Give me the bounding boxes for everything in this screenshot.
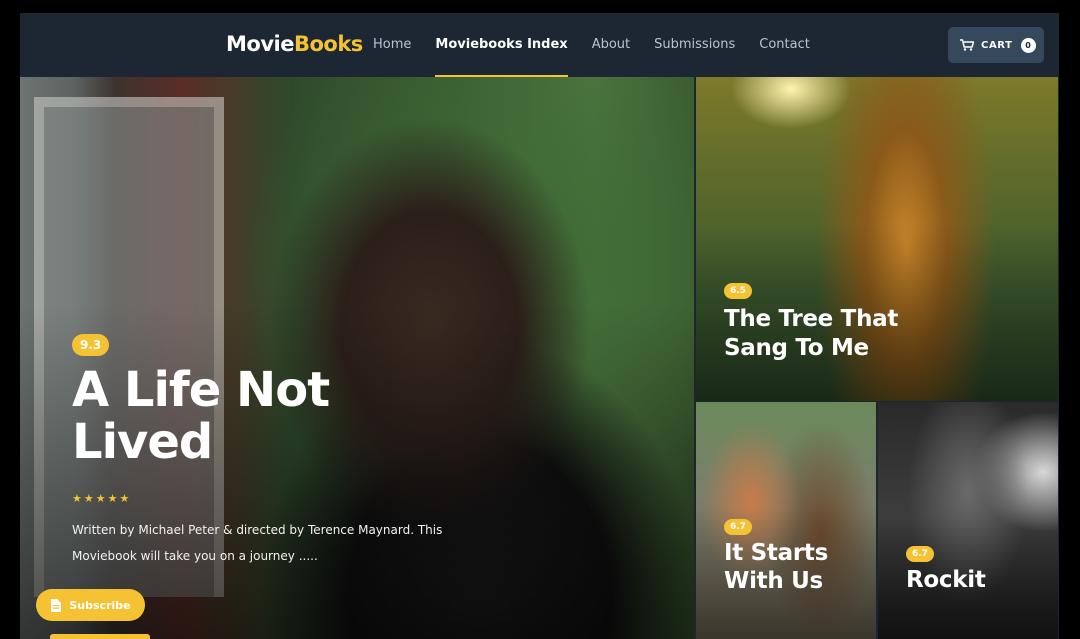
logo-movie: Movie — [226, 32, 294, 56]
it-starts-card-title: It Starts With Us — [724, 539, 828, 595]
tree-card-content: 6.5 The Tree That Sang To Me — [724, 278, 898, 363]
site-logo[interactable]: MovieBooks — [226, 32, 363, 56]
moviebook-card-rockit[interactable]: 6.7 Rockit — [878, 402, 1058, 639]
it-starts-card-content: 6.7 It Starts With Us — [724, 514, 828, 595]
nav-home[interactable]: Home — [373, 13, 411, 77]
rating-badge: 9.3 — [72, 334, 110, 356]
featured-title-line1: A Life Not — [72, 362, 330, 418]
nav-moviebooks-index[interactable]: Moviebooks Index — [435, 13, 568, 77]
title-line1: It Starts — [724, 540, 828, 566]
nav-contact[interactable]: Contact — [759, 13, 810, 77]
cart-count-badge: 0 — [1020, 37, 1036, 53]
moviebook-card-it-starts[interactable]: 6.7 It Starts With Us — [696, 402, 876, 639]
rating-badge: 6.7 — [724, 519, 752, 535]
tree-card-title: The Tree That Sang To Me — [724, 305, 898, 363]
title-line1: Rockit — [906, 567, 986, 593]
subscribe-label: Subscribe — [69, 598, 131, 612]
main-nav: Home Moviebooks Index About Submissions … — [373, 13, 834, 77]
cart-icon — [960, 39, 974, 51]
document-icon — [51, 598, 62, 612]
rating-badge: 6.5 — [724, 283, 752, 299]
title-line2: Sang To Me — [724, 335, 869, 361]
description-line2: Moviebook will take you on a journey ...… — [72, 549, 318, 563]
page-frame: MovieBooks Home Moviebooks Index About S… — [20, 13, 1059, 639]
nav-about[interactable]: About — [592, 13, 630, 77]
description-line1: Written by Michael Peter & directed by T… — [72, 523, 443, 537]
rockit-card-title: Rockit — [906, 566, 986, 594]
title-line2: With Us — [724, 568, 823, 594]
logo-books: Books — [293, 32, 363, 56]
featured-description: Written by Michael Peter & directed by T… — [72, 517, 452, 569]
moviebook-card-tree[interactable]: 6.5 The Tree That Sang To Me — [696, 77, 1058, 401]
featured-title[interactable]: A Life Not Lived — [72, 364, 452, 468]
cart-button[interactable]: CART 0 — [948, 27, 1044, 63]
nav-submissions[interactable]: Submissions — [654, 13, 735, 77]
cart-label: CART — [981, 39, 1013, 51]
title-line1: The Tree That — [724, 306, 899, 332]
featured-content: 9.3 A Life Not Lived ★★★★★ Written by Mi… — [72, 334, 452, 569]
subscribe-button[interactable]: Subscribe — [36, 589, 145, 621]
star-rating: ★★★★★ — [72, 492, 132, 505]
site-header: MovieBooks Home Moviebooks Index About S… — [20, 13, 1059, 77]
featured-title-line2: Lived — [72, 414, 213, 470]
rating-badge: 6.7 — [906, 546, 934, 562]
rockit-card-content: 6.7 Rockit — [906, 541, 986, 594]
featured-moviebook-card[interactable]: 9.3 A Life Not Lived ★★★★★ Written by Mi… — [20, 77, 694, 639]
secondary-button-edge[interactable] — [50, 634, 150, 639]
